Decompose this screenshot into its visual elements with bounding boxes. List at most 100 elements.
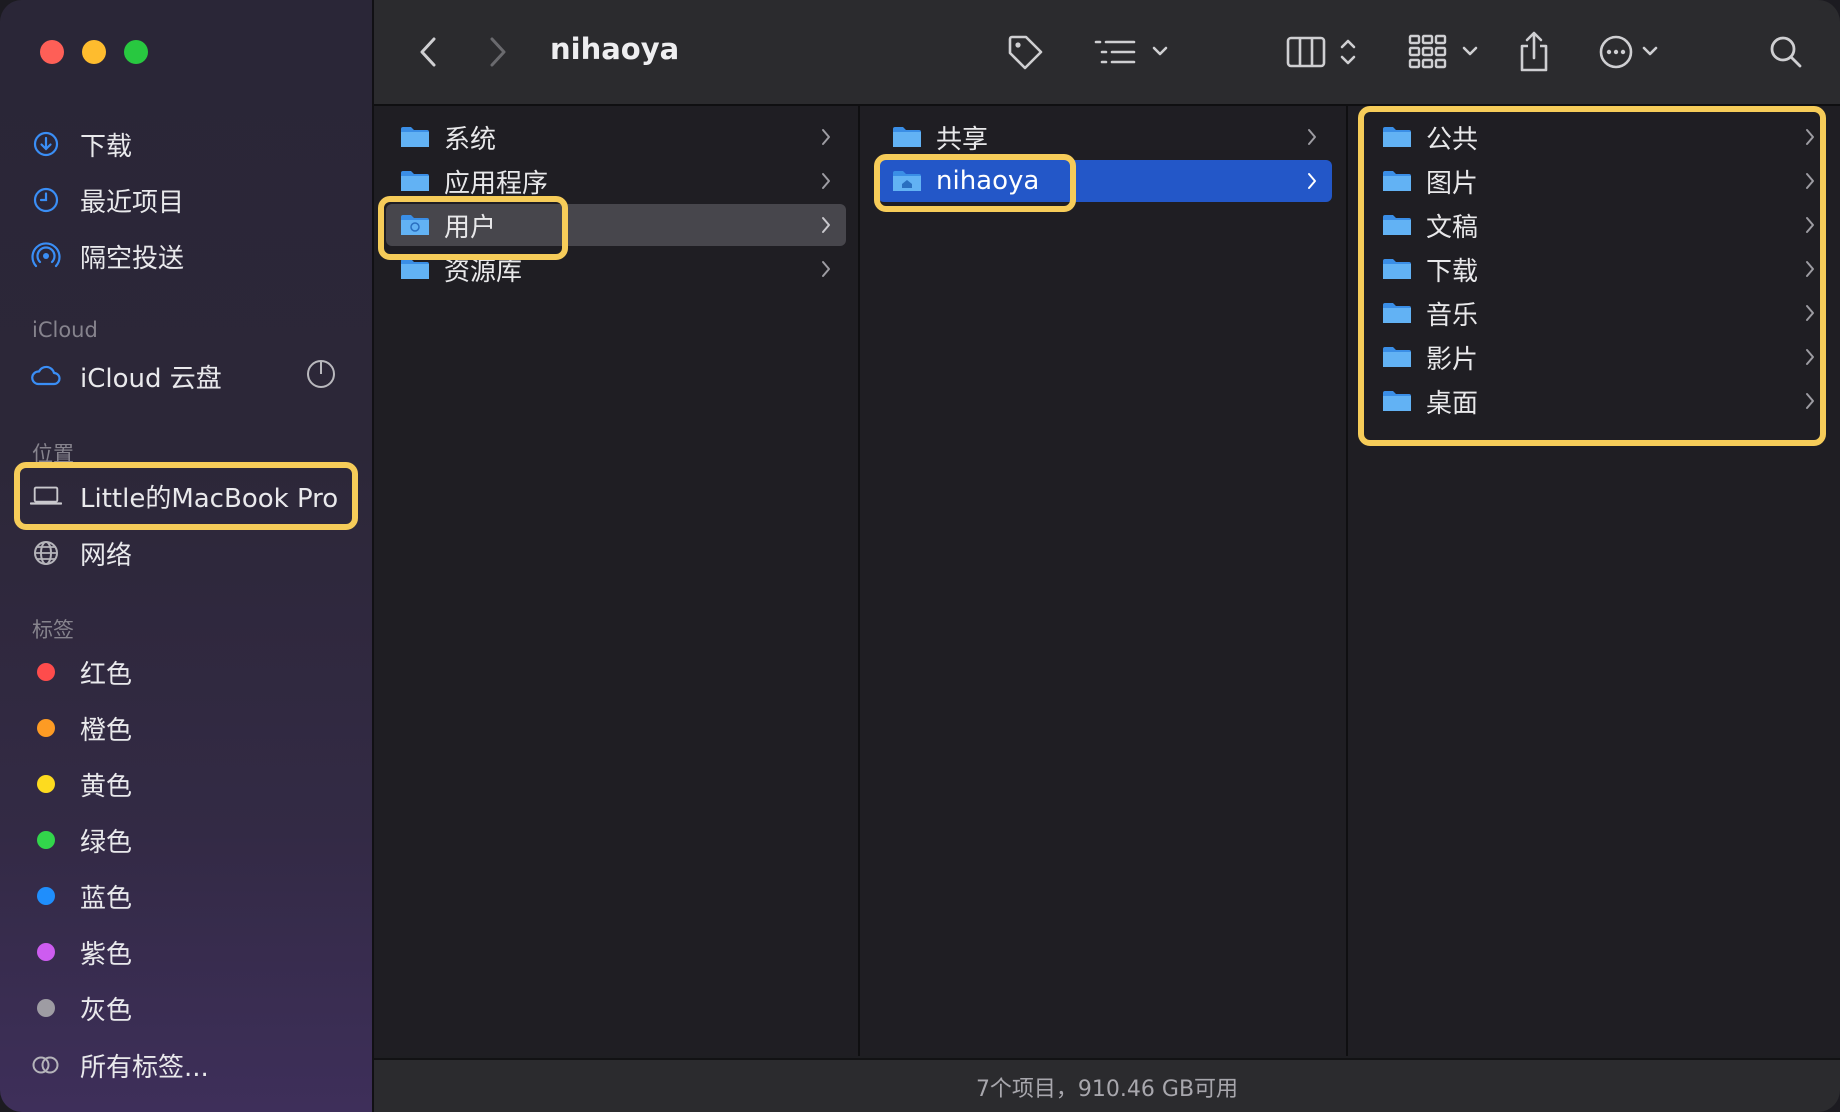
folder-icon [401,215,429,235]
sidebar-item-label: 黄色 [80,771,133,802]
sidebar-tag-red[interactable]: 红色 [30,652,132,692]
zoom-button[interactable] [124,40,148,64]
grid-icon [1408,34,1478,69]
sidebar-item-label: Little的MacBook Pro [80,483,339,514]
chevron-right-icon [1806,393,1814,409]
list-item-library[interactable]: 资源库 [400,248,846,290]
chevron-left-icon [420,37,436,67]
item-label: 共享 [936,124,989,155]
tag-button[interactable] [1004,30,1046,74]
search-button[interactable] [1768,30,1804,74]
chevron-right-icon [1806,129,1814,145]
list-item-movies[interactable]: 影片 [1382,336,1830,378]
sidebar: 下载 最近项目 隔空投送 iCloud iCloud 云盘 位置 Little的… [0,0,374,1112]
share-icon [1520,31,1548,72]
folder-icon [1383,259,1411,279]
folder-icon [1383,347,1411,367]
sidebar-item-label: 最近项目 [80,187,185,218]
folder-icon [401,171,429,191]
list-item-pictures[interactable]: 图片 [1382,160,1830,202]
chevron-right-icon [1806,305,1814,321]
sidebar-item-all-tags[interactable]: 所有标签... [30,1045,209,1085]
chevron-right-icon [822,261,830,277]
chevron-right-icon [822,129,830,145]
sidebar-tag-gray[interactable]: 灰色 [30,988,132,1028]
view-mode-button[interactable] [1286,30,1362,74]
finder-window: 下载 最近项目 隔空投送 iCloud iCloud 云盘 位置 Little的… [0,0,1840,1112]
sidebar-item-airdrop[interactable]: 隔空投送 [30,236,184,276]
toolbar: nihaoya [374,0,1840,106]
list-item-system[interactable]: 系统 [400,116,846,158]
more-actions-button[interactable] [1596,30,1668,74]
forward-button[interactable] [484,30,512,74]
sidebar-tag-yellow[interactable]: 黄色 [30,764,132,804]
list-item-applications[interactable]: 应用程序 [400,160,846,202]
tag-color-dot [30,656,62,688]
folder-icon [401,259,429,279]
chevron-right-icon [822,173,830,189]
sidebar-section-tags: 标签 [32,618,74,642]
browser-column-3: 公共 图片 文稿 下载 音乐 影片 桌面 [1348,106,1840,1056]
folder-icon [893,127,921,147]
sidebar-item-label: 紫色 [80,939,133,970]
item-label: 影片 [1426,344,1479,375]
folder-icon [1383,215,1411,235]
all-tags-icon [30,1049,62,1081]
list-item-documents[interactable]: 文稿 [1382,204,1830,246]
sidebar-tag-blue[interactable]: 蓝色 [30,876,132,916]
folder-icon [1383,127,1411,147]
item-label: 资源库 [444,256,523,287]
gallery-group-button[interactable] [1408,30,1488,74]
browser-column-2: 共享 nihaoya [860,106,1348,1056]
list-item-users[interactable]: 用户 [386,204,846,246]
list-item-music[interactable]: 音乐 [1382,292,1830,334]
folder-icon [401,127,429,147]
group-button[interactable] [1090,30,1174,74]
share-button[interactable] [1516,30,1552,74]
item-label: 下载 [1426,256,1479,287]
chevron-right-icon [1806,173,1814,189]
list-group-icon [1094,40,1168,64]
tag-color-dot [30,768,62,800]
sidebar-item-macbook[interactable]: Little的MacBook Pro [30,476,338,516]
laptop-icon [30,480,62,512]
sidebar-section-icloud: iCloud [32,318,98,342]
globe-icon [30,537,62,569]
list-item-shared[interactable]: 共享 [892,116,1332,158]
close-button[interactable] [40,40,64,64]
sidebar-item-label: 红色 [80,659,133,690]
list-item-downloads[interactable]: 下载 [1382,248,1830,290]
search-icon [1770,36,1802,68]
list-item-public[interactable]: 公共 [1382,116,1830,158]
sidebar-item-label: 灰色 [80,995,133,1026]
traffic-lights [40,40,148,64]
sidebar-item-recents[interactable]: 最近项目 [30,180,184,220]
sidebar-tag-orange[interactable]: 橙色 [30,708,132,748]
list-item-nihaoya[interactable]: nihaoya [878,160,1332,202]
list-item-desktop[interactable]: 桌面 [1382,380,1830,422]
sidebar-tag-green[interactable]: 绿色 [30,820,132,860]
browser-column-1: 系统 应用程序 用户 资源库 [374,106,860,1056]
tag-color-dot [30,712,62,744]
sidebar-item-label: 下载 [80,131,133,162]
sidebar-tag-purple[interactable]: 紫色 [30,932,132,972]
sidebar-item-network[interactable]: 网络 [30,533,132,573]
chevron-right-icon [1806,261,1814,277]
cloud-icon [30,360,62,392]
sidebar-item-icloud-drive[interactable]: iCloud 云盘 [30,356,222,396]
back-button[interactable] [414,30,442,74]
sidebar-item-label: iCloud 云盘 [80,363,222,394]
status-bar: 7个项目，910.46 GB可用 [374,1058,1840,1112]
item-label: nihaoya [936,166,1040,196]
tag-color-dot [30,824,62,856]
minimize-button[interactable] [82,40,106,64]
sidebar-item-label: 隔空投送 [80,243,185,274]
item-label: 音乐 [1426,300,1479,331]
item-label: 公共 [1426,124,1479,155]
sidebar-item-downloads[interactable]: 下载 [30,124,132,164]
airdrop-icon [30,240,62,272]
folder-icon [1383,171,1411,191]
icloud-progress-icon [307,360,335,388]
item-label: 桌面 [1426,388,1479,419]
tag-color-dot [30,992,62,1024]
